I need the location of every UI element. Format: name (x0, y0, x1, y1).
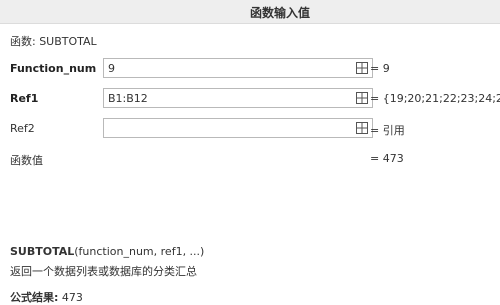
arg-row-function-num: Function_num 9 = 9 (10, 58, 500, 80)
arg-label-function-num: Function_num (10, 62, 97, 75)
range-select-icon[interactable] (356, 62, 368, 74)
function-num-input[interactable]: 9 (103, 58, 373, 78)
syntax-function-name: SUBTOTAL (10, 245, 75, 258)
function-name: 函数: SUBTOTAL (10, 35, 97, 48)
ref1-input[interactable]: B1:B12 (103, 88, 373, 108)
function-value-result: = 473 (370, 152, 404, 165)
ref2-result: = 引用 (370, 124, 405, 137)
range-select-icon[interactable] (356, 122, 368, 134)
function-description: 返回一个数据列表或数据库的分类汇总 (10, 265, 197, 278)
function-syntax: SUBTOTAL(function_num, ref1, ...) (10, 245, 204, 258)
ref1-value: B1:B12 (108, 92, 148, 105)
formula-result: 公式结果: 473 (10, 289, 83, 305)
arg-row-ref1: Ref1 B1:B12 = {19;20;21;22;23;24;25; (10, 88, 500, 110)
function-value-label: 函数值 (10, 154, 43, 167)
syntax-params: (function_num, ref1, ...) (74, 245, 205, 258)
arg-row-ref2: Ref2 = 引用 (10, 118, 500, 140)
formula-result-label: 公式结果: (10, 291, 59, 304)
ref1-result: = {19;20;21;22;23;24;25; (370, 92, 500, 105)
function-num-value: 9 (108, 62, 115, 75)
range-select-icon[interactable] (356, 92, 368, 104)
formula-result-value: 473 (61, 291, 83, 304)
arg-label-ref2: Ref2 (10, 122, 35, 135)
dialog-title: 函数输入值 (249, 6, 310, 20)
arg-label-ref1: Ref1 (10, 92, 39, 105)
dialog-titlebar: 函数输入值 (0, 0, 500, 24)
function-num-result: = 9 (370, 62, 390, 75)
ref2-input[interactable] (103, 118, 373, 138)
